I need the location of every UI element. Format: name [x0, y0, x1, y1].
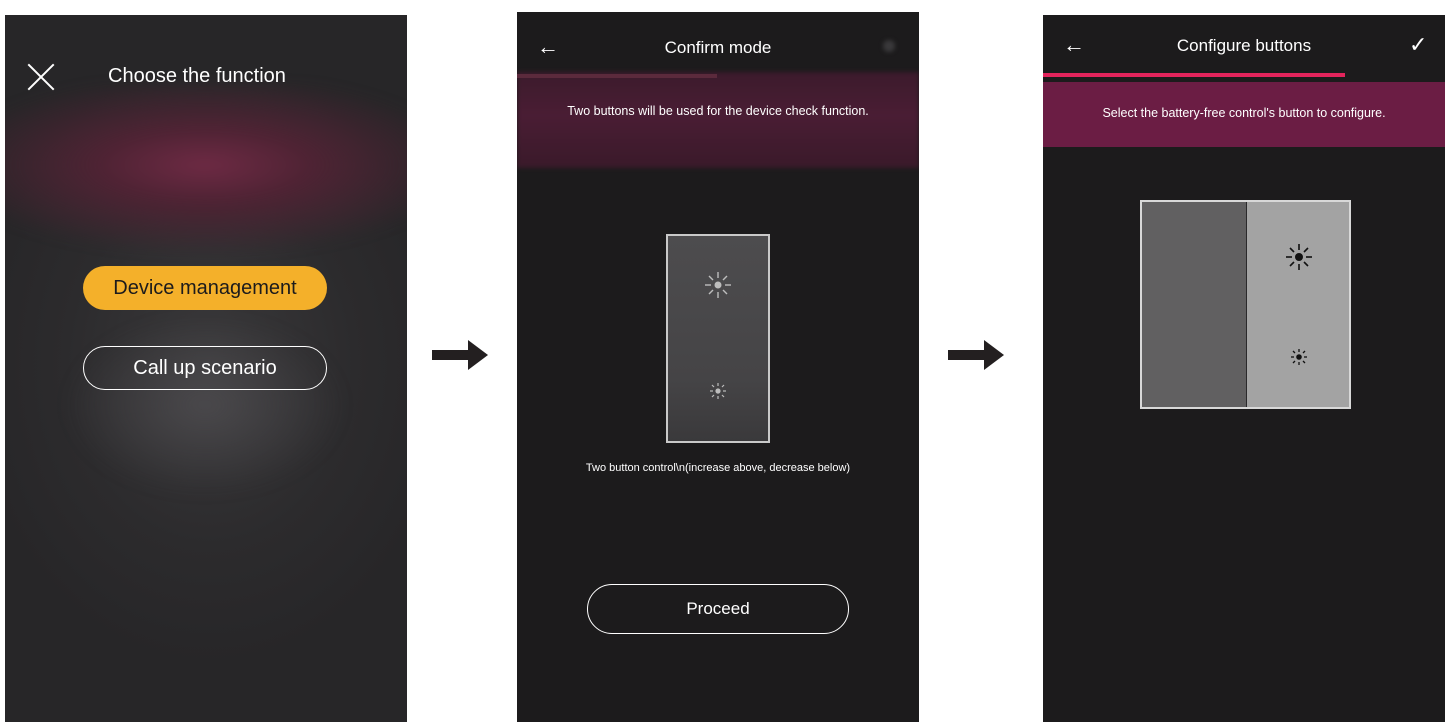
arrow-right-icon: [432, 340, 490, 370]
confirm-mode-screen: ← Confirm mode Two buttons will be used …: [517, 12, 919, 722]
proceed-button[interactable]: Proceed: [587, 584, 849, 634]
message-banner: [517, 72, 919, 168]
brightness-up-icon: [1286, 244, 1312, 270]
close-icon[interactable]: [27, 63, 55, 91]
background-glow: [65, 315, 345, 495]
info-message: Two buttons will be used for the device …: [567, 104, 869, 118]
device-management-button[interactable]: Device management: [83, 266, 327, 310]
choose-function-screen: Choose the function Device management Ca…: [5, 15, 407, 722]
page-title: Confirm mode: [664, 38, 772, 57]
arrow-right-icon: [948, 340, 1006, 370]
status-dot: [883, 40, 895, 52]
progress-bar: [517, 74, 717, 78]
brightness-down-icon: [710, 383, 726, 399]
header-glow: [5, 85, 407, 275]
device-description: Two button control\n(increase above, dec…: [585, 462, 851, 474]
left-control-button[interactable]: [1142, 202, 1247, 407]
brightness-up-icon: [705, 272, 731, 298]
checkmark-icon[interactable]: ✓: [1409, 32, 1427, 58]
two-button-control-preview: [666, 234, 770, 443]
configure-buttons-screen: ← Configure buttons ✓ Select the battery…: [1043, 15, 1445, 722]
page-title: Choose the function: [108, 65, 286, 87]
battery-free-control-preview: [1140, 200, 1351, 409]
brightness-down-icon: [1291, 349, 1307, 365]
info-message: Select the battery-free control's button…: [1102, 106, 1386, 120]
page-title: Configure buttons: [1176, 36, 1312, 55]
message-banner: Select the battery-free control's button…: [1043, 82, 1445, 147]
progress-bar: [1043, 73, 1345, 77]
call-up-scenario-button[interactable]: Call up scenario: [83, 346, 327, 390]
right-control-button[interactable]: [1247, 202, 1349, 407]
